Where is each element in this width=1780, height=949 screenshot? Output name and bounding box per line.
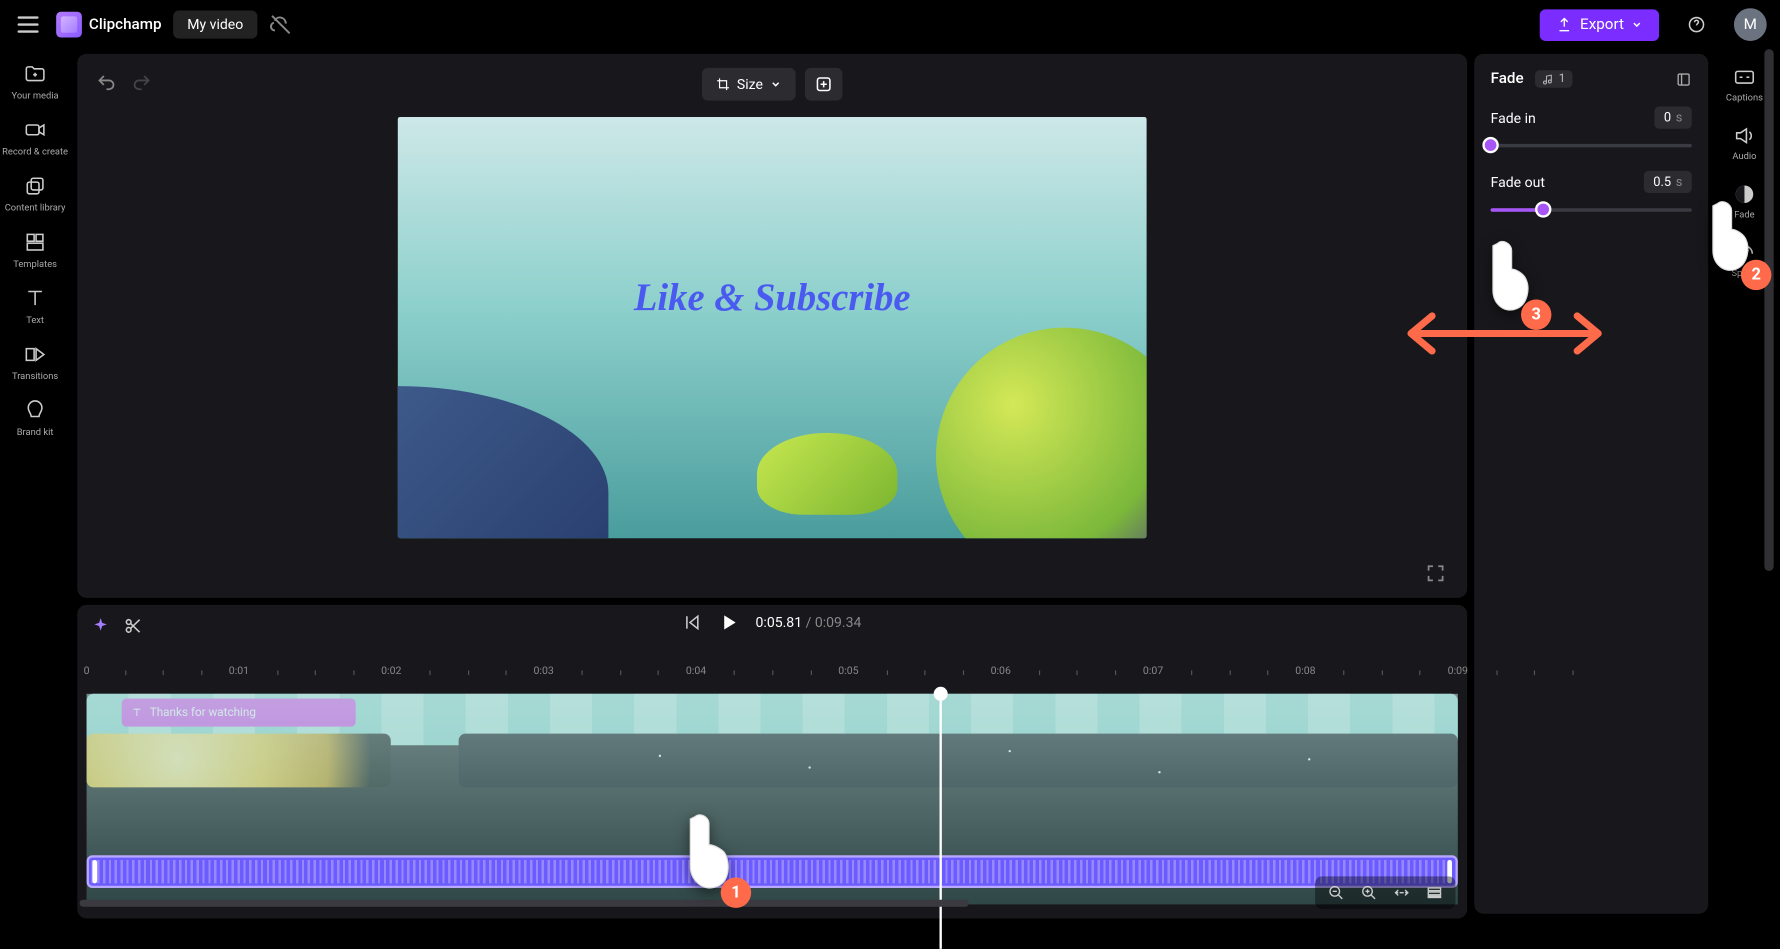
undo-button[interactable] (96, 73, 117, 94)
nav-content-library[interactable]: Content library (5, 173, 66, 213)
preview-canvas[interactable]: Like & Subscribe (398, 117, 1147, 538)
panel-title: Fade (1491, 70, 1524, 88)
nav-label: Brand kit (17, 427, 54, 438)
export-button[interactable]: Export (1540, 9, 1659, 41)
speaker-icon (1733, 124, 1756, 147)
templates-icon (22, 229, 48, 255)
nav-your-media[interactable]: Your media (12, 61, 59, 101)
fade-in-label: Fade in (1491, 109, 1536, 125)
help-button[interactable] (1680, 8, 1713, 41)
nav-record[interactable]: Record & create (2, 117, 68, 157)
time-ruler[interactable]: 00:010:020:030:040:050:060:070:080:09 (87, 666, 1458, 689)
nav-brand-kit[interactable]: Brand kit (17, 398, 54, 438)
annotation-arrow-horizontal (1399, 304, 1610, 363)
rn-audio[interactable]: Audio (1732, 124, 1756, 161)
selection-badge: 1 (1535, 70, 1572, 88)
folder-plus-icon (22, 61, 48, 87)
sparkle-icon (814, 75, 833, 94)
fit-button[interactable] (1390, 881, 1413, 904)
size-dropdown[interactable]: Size (702, 68, 796, 101)
tracks-area[interactable]: Thanks for watching (87, 694, 1458, 905)
export-label: Export (1580, 16, 1624, 34)
nav-label: Record & create (2, 146, 68, 157)
timecode-duration: 0:09.34 (815, 614, 862, 630)
captions-icon (1733, 66, 1756, 89)
app-logo[interactable]: Clipchamp (56, 12, 161, 38)
redo-button[interactable] (131, 73, 152, 94)
chevron-down-icon (1631, 19, 1643, 31)
nav-label: Templates (13, 259, 57, 270)
transitions-icon (22, 342, 48, 368)
upload-icon (1557, 16, 1573, 32)
music-note-icon (1542, 73, 1554, 85)
fade-in-slider[interactable] (1491, 140, 1692, 149)
nav-label: Transitions (12, 371, 58, 382)
zoom-in-button[interactable] (1357, 881, 1380, 904)
fade-in-value[interactable]: 0s (1655, 106, 1692, 128)
clipchamp-icon (56, 12, 82, 38)
fade-out-control: Fade out 0.5s (1491, 171, 1692, 214)
zoom-out-button[interactable] (1324, 881, 1347, 904)
preview-area: Size Like & Subscribe (77, 54, 1467, 598)
brand-icon (22, 398, 48, 424)
fade-icon (1733, 183, 1756, 206)
camera-icon (22, 117, 48, 143)
library-icon (22, 173, 48, 199)
help-icon (1687, 15, 1706, 34)
rn-fade[interactable]: Fade (1733, 183, 1756, 220)
horizontal-scrollbar[interactable] (80, 900, 969, 909)
tracks-view-button[interactable] (1423, 881, 1446, 904)
video-clip[interactable] (87, 694, 1458, 745)
scissors-button[interactable] (124, 617, 143, 636)
menu-button[interactable] (12, 8, 45, 41)
chevron-down-icon (770, 78, 782, 90)
topbar: Clipchamp My video Export M (0, 0, 1778, 49)
timeline: 0:05.81 / 0:09.34 00:010:020:030:040:050… (77, 605, 1467, 919)
fade-in-control: Fade in 0s (1491, 106, 1692, 149)
project-title[interactable]: My video (173, 11, 257, 39)
size-label: Size (737, 76, 763, 92)
rn-speed[interactable]: Speed (1731, 241, 1757, 278)
nav-templates[interactable]: Templates (13, 229, 57, 269)
fade-out-label: Fade out (1491, 174, 1545, 190)
left-nav: Your media Record & create Content libra… (0, 49, 70, 918)
nav-transitions[interactable]: Transitions (12, 342, 58, 382)
vertical-scrollbar[interactable] (1762, 49, 1776, 918)
avatar[interactable]: M (1734, 8, 1767, 41)
nav-label: Text (26, 315, 44, 326)
fade-out-value[interactable]: 0.5s (1644, 171, 1692, 193)
cloud-offline-icon (269, 13, 292, 36)
rn-captions[interactable]: Captions (1726, 66, 1763, 103)
timeline-tools (1315, 876, 1455, 909)
speed-icon (1733, 241, 1756, 264)
timecode: 0:05.81 / 0:09.34 (756, 614, 862, 630)
text-icon (22, 285, 48, 311)
popout-button[interactable] (1675, 71, 1691, 87)
timecode-current: 0:05.81 (756, 614, 803, 630)
ai-sparkle-button[interactable] (91, 617, 110, 636)
playhead[interactable] (939, 694, 941, 949)
nav-label: Your media (12, 90, 59, 101)
nav-label: Content library (5, 202, 66, 213)
audio-clip[interactable] (87, 855, 1458, 888)
fullscreen-button[interactable] (1425, 563, 1446, 584)
preview-overlay-text: Like & Subscribe (634, 277, 911, 320)
nav-text[interactable]: Text (22, 285, 48, 325)
properties-panel: Fade 1 Fade in 0s Fade out 0.5s (1474, 54, 1708, 914)
crop-icon (716, 77, 730, 91)
app-name: Clipchamp (89, 16, 162, 34)
skip-start-button[interactable] (683, 613, 702, 632)
fade-out-slider[interactable] (1491, 205, 1692, 214)
play-button[interactable] (718, 612, 739, 633)
ai-button[interactable] (805, 68, 842, 101)
